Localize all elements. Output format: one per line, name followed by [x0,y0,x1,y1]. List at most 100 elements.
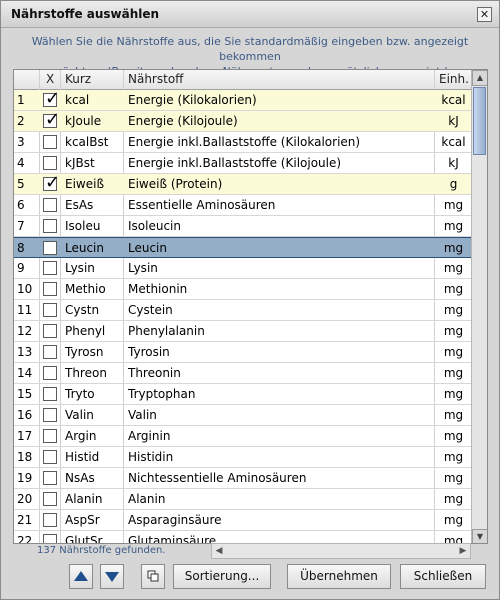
header-kurz[interactable]: Kurz [61,70,124,90]
checkbox[interactable] [43,345,57,359]
move-down-button[interactable] [100,564,124,589]
row-number: 12 [17,324,33,338]
row-kurz: kJBst [65,156,95,170]
table-row[interactable]: 3 kcalBst Energie inkl.Ballaststoffe (Kilo… [14,132,472,153]
row-kurz: Valin [65,408,94,422]
table-row[interactable]: 15 Tryto Tryptophan mg [14,384,472,405]
sort-button[interactable]: Sortierung... [173,564,271,589]
horizontal-scrollbar[interactable]: ◀ ▶ [211,543,471,559]
move-up-button[interactable] [69,564,93,589]
row-einheit: mg [443,471,464,485]
row-kurz: EsAs [65,198,94,212]
table-row[interactable]: 1 ✓ kcal Energie (Kilokalorien) kcal [14,90,472,111]
row-number: 8 [17,241,25,255]
checkbox[interactable] [43,261,57,275]
nutrients-table[interactable]: X Kurz Nährstoff Einh. 1 ✓ kcal Energie (Ki… [13,69,488,544]
copy-icon [147,570,159,582]
row-naehrstoff: Valin [128,408,157,422]
table-row[interactable]: 6 EsAs Essentielle Aminosäuren mg [14,195,472,216]
table-row[interactable]: 7 Isoleu Isoleucin mg [14,216,472,237]
row-kurz: Tyrosn [65,345,104,359]
checkbox[interactable] [43,198,57,212]
row-einheit: mg [443,324,464,338]
row-einheit: kJ [448,114,459,128]
checkbox[interactable] [43,324,57,338]
scroll-thumb[interactable] [473,87,486,155]
table-row[interactable]: 2 ✓ kJoule Energie (Kilojoule) kJ [14,111,472,132]
checkbox[interactable] [43,219,57,233]
row-einheit: kcal [441,135,466,149]
row-checkbox-cell [40,342,60,362]
row-number: 4 [17,156,25,170]
checkbox[interactable] [43,492,57,506]
close-window-button[interactable]: ✕ [477,7,492,22]
scroll-right-icon[interactable]: ▶ [456,544,470,558]
table-row[interactable]: 13 Tyrosn Tyrosin mg [14,342,472,363]
checkbox[interactable] [43,450,57,464]
row-number: 2 [17,114,25,128]
checkbox[interactable]: ✓ [43,111,60,130]
title-bar: Nährstoffe auswählen ✕ [1,1,499,28]
checkbox[interactable] [43,408,57,422]
checkbox[interactable]: ✓ [43,174,60,193]
checkbox[interactable] [43,387,57,401]
row-kurz: kcalBst [65,135,109,149]
row-number: 9 [17,261,25,275]
window-title: Nährstoffe auswählen [11,7,160,21]
table-row[interactable]: 4 kJBst Energie inkl.Ballaststoffe (Kilojo… [14,153,472,174]
row-number: 18 [17,450,33,464]
table-row[interactable]: 8 Leucin Leucin mg [14,237,472,258]
vertical-scrollbar[interactable]: ▲ ▼ [471,70,487,543]
row-checkbox-cell: ✓ [40,90,60,110]
copy-button[interactable] [141,564,165,589]
row-naehrstoff: Leucin [128,241,167,255]
row-number: 7 [17,219,25,233]
row-naehrstoff: Essentielle Aminosäuren [128,198,276,212]
row-checkbox-cell: ✓ [40,111,60,131]
checkbox[interactable] [43,135,57,149]
table-row[interactable]: 19 NsAs Nichtessentielle Aminosäuren mg [14,468,472,489]
row-naehrstoff: Isoleucin [128,219,181,233]
checkbox[interactable] [43,366,57,380]
checkbox[interactable]: ✓ [43,90,60,109]
table-row[interactable]: 12 Phenyl Phenylalanin mg [14,321,472,342]
row-number: 3 [17,135,25,149]
close-button[interactable]: Schließen [400,564,486,589]
table-row[interactable]: 10 Methio Methionin mg [14,279,472,300]
row-kurz: AspSr [65,513,100,527]
header-number [14,70,40,90]
table-header: X Kurz Nährstoff Einh. [14,70,472,90]
checkbox[interactable] [43,534,57,543]
row-checkbox-cell [40,531,60,543]
checkbox[interactable] [43,241,57,255]
checkbox[interactable] [43,282,57,296]
row-einheit: g [449,177,458,191]
table-row[interactable]: 9 Lysin Lysin mg [14,258,472,279]
header-x[interactable]: X [40,70,61,90]
row-kurz: Alanin [65,492,103,506]
row-einheit: mg [443,450,464,464]
scroll-up-arrow-icon[interactable]: ▲ [472,70,487,86]
row-number: 5 [17,177,25,191]
table-row[interactable]: 20 Alanin Alanin mg [14,489,472,510]
table-row[interactable]: 11 Cystn Cystein mg [14,300,472,321]
checkbox[interactable] [43,156,57,170]
row-checkbox-cell [40,153,60,173]
header-einheit[interactable]: Einh. [435,70,472,90]
checkbox[interactable] [43,513,57,527]
table-row[interactable]: 21 AspSr Asparaginsäure mg [14,510,472,531]
row-einheit: mg [443,345,464,359]
checkbox[interactable] [43,429,57,443]
table-row[interactable]: 16 Valin Valin mg [14,405,472,426]
table-row[interactable]: 18 Histid Histidin mg [14,447,472,468]
checkbox[interactable] [43,303,57,317]
table-row[interactable]: 17 Argin Arginin mg [14,426,472,447]
table-row[interactable]: 5 ✓ Eiweiß Eiweiß (Protein) g [14,174,472,195]
header-naehrstoff[interactable]: Nährstoff [124,70,435,90]
scroll-left-icon[interactable]: ◀ [212,544,226,558]
apply-button[interactable]: Übernehmen [287,564,391,589]
scroll-down-arrow-icon[interactable]: ▼ [472,529,487,543]
checkbox[interactable] [43,471,57,485]
row-number: 19 [17,471,33,485]
table-row[interactable]: 14 Threon Threonin mg [14,363,472,384]
